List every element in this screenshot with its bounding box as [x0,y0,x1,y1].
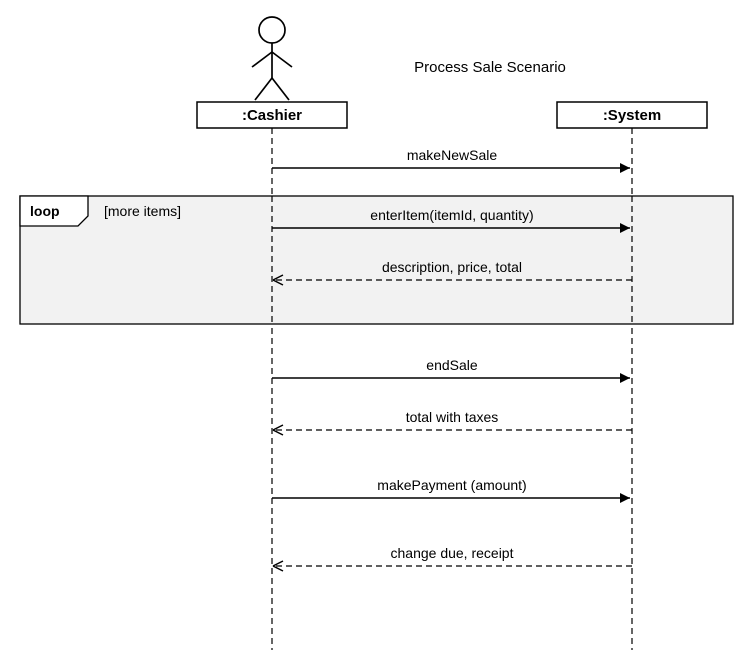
lifeline-system-label: :System [603,107,661,124]
loop-operator-label: loop [30,203,60,219]
msg-totalTax-label: total with taxes [406,409,499,425]
lifeline-cashier: :Cashier [197,102,347,128]
actor-icon [252,17,292,100]
msg-enterItem-label: enterItem(itemId, quantity) [370,207,533,223]
msg-changeDue-label: change due, receipt [391,545,514,561]
msg-makePayment-label: makePayment (amount) [377,477,526,493]
msg-makeNewSale-label: makeNewSale [407,147,497,163]
diagram-title: Process Sale Scenario [414,59,566,76]
lifeline-cashier-label: :Cashier [242,107,302,124]
msg-description-label: description, price, total [382,259,522,275]
sequence-diagram: Process Sale Scenario :Cashier :System m… [0,0,750,660]
lifeline-system: :System [557,102,707,128]
loop-guard: [more items] [104,203,181,219]
msg-endSale-label: endSale [426,357,478,373]
